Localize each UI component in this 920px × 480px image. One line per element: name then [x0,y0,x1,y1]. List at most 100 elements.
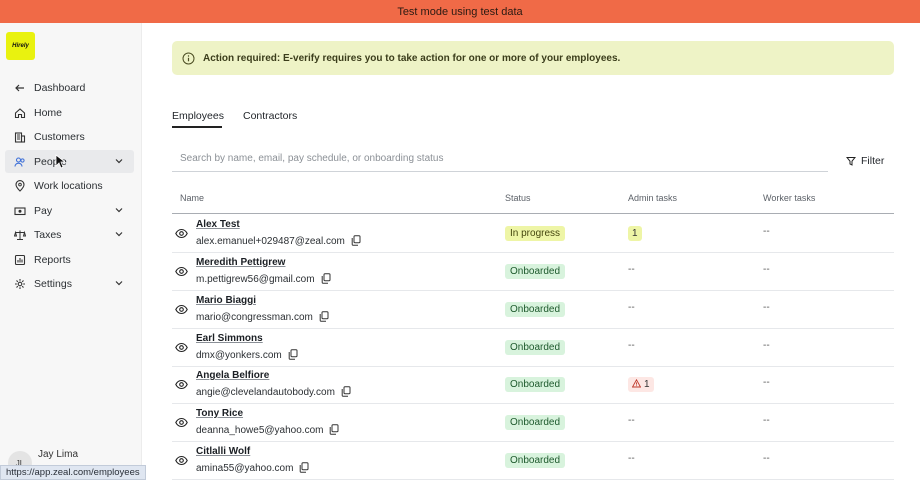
employee-email-text: alex.emanuel+029487@zeal.com [196,236,345,247]
table-row[interactable]: Angela Belfiore angie@clevelandautobody.c… [172,366,894,404]
copy-icon[interactable] [319,311,329,322]
employee-email: deanna_howe5@yahoo.com [196,424,339,436]
sidebar-item-dashboard[interactable]: Dashboard [5,76,134,99]
employee-email: alex.emanuel+029487@zeal.com [196,235,361,247]
active-tab-indicator [172,126,222,128]
eye-icon[interactable] [175,228,188,239]
table-row[interactable]: Citlalli Wolf amina55@yahoo.com Onboarded -… [172,442,894,480]
copy-icon[interactable] [351,235,361,246]
employee-name[interactable]: Mario Biaggi [196,295,256,306]
eye-icon[interactable] [175,417,188,428]
worker-tasks-value: -- [763,377,770,388]
copy-icon[interactable] [321,273,331,284]
eye-icon[interactable] [175,304,188,315]
chevron-down-icon[interactable] [114,229,124,239]
sidebar-item-work-locations[interactable]: Work locations [5,174,134,197]
admin-tasks-value: -- [628,415,635,426]
worker-tasks-value: -- [763,264,770,275]
status-badge: Onboarded [505,302,566,317]
column-header-name[interactable]: Name [180,193,204,203]
sidebar-item-label: Customers [34,130,85,143]
search-input[interactable]: Search by name, email, pay schedule, or … [172,146,828,172]
employee-name[interactable]: Citlalli Wolf [196,446,250,457]
admin-tasks-badge[interactable]: 1 [628,226,642,241]
status-badge: Onboarded [505,377,566,392]
chevron-down-icon[interactable] [114,156,124,166]
employee-name[interactable]: Tony Rice [196,408,243,419]
table-row[interactable]: Meredith Pettigrew m.pettigrew56@gmail.co… [172,253,894,291]
copy-icon[interactable] [329,424,339,435]
column-header-admin-tasks[interactable]: Admin tasks [628,193,677,203]
home-icon [14,107,26,119]
sidebar-item-home[interactable]: Home [5,101,134,124]
employee-name[interactable]: Earl Simmons [196,333,263,344]
table-row[interactable]: Tony Rice deanna_howe5@yahoo.com Onboarded… [172,404,894,442]
user-name: Jay Lima [38,449,79,460]
eye-icon[interactable] [175,342,188,353]
worker-tasks-value: -- [763,302,770,313]
sidebar-item-label: Home [34,106,63,119]
report-icon [14,254,26,266]
status-badge: Onboarded [505,415,566,430]
tab-employees[interactable]: Employees [172,110,224,122]
worker-tasks-value: -- [763,226,770,237]
sidebar-item-settings[interactable]: Settings [5,272,134,295]
table-row[interactable]: Mario Biaggi mario@congressman.com Onboard… [172,291,894,329]
employee-name[interactable]: Alex Test [196,219,240,230]
map-pin-icon [14,179,26,192]
tab-contractors[interactable]: Contractors [243,110,297,122]
info-icon [182,52,195,65]
test-mode-banner-text: Test mode using test data [397,5,523,18]
sidebar-item-customers[interactable]: Customers [5,125,134,148]
table-row[interactable]: Earl Simmons dmx@yonkers.com Onboarded -- -- [172,329,894,367]
gear-icon [14,278,26,290]
table-row[interactable]: Alex Test alex.emanuel+029487@zeal.com In … [172,215,894,253]
filter-button[interactable]: Filter [846,155,884,167]
sidebar: Hirely Dashboard Home Customers People W… [0,23,142,480]
eye-icon[interactable] [175,379,188,390]
sidebar-item-label: Reports [34,253,71,266]
chevron-down-icon[interactable] [114,205,124,215]
employee-email: mario@congressman.com [196,311,329,323]
admin-tasks-count: 1 [632,228,638,239]
employee-name[interactable]: Meredith Pettigrew [196,257,285,268]
employee-email: dmx@yonkers.com [196,349,298,361]
status-badge: Onboarded [505,453,566,468]
sidebar-item-taxes[interactable]: Taxes [5,223,134,246]
employee-email: amina55@yahoo.com [196,462,309,474]
filter-label: Filter [861,155,885,167]
admin-tasks-badge[interactable]: 1 [628,377,654,392]
employee-email-text: mario@congressman.com [196,312,313,323]
admin-tasks-count: 1 [644,379,650,390]
copy-icon[interactable] [299,462,309,473]
employee-email-text: angie@clevelandautobody.com [196,387,335,398]
table-header-divider [172,213,894,214]
admin-tasks-value: -- [628,340,635,351]
worker-tasks-value: -- [763,340,770,351]
employee-name[interactable]: Angela Belfiore [196,370,269,381]
sidebar-item-people[interactable]: People [5,150,134,173]
employee-email-text: m.pettigrew56@gmail.com [196,274,315,285]
eye-icon[interactable] [175,455,188,466]
sidebar-item-label: Dashboard [34,81,86,94]
employee-email-text: deanna_howe5@yahoo.com [196,425,324,436]
admin-tasks-value: -- [628,302,635,313]
copy-icon[interactable] [288,349,298,360]
copy-icon[interactable] [341,386,351,397]
money-icon [14,205,26,217]
sidebar-item-pay[interactable]: Pay [5,199,134,222]
column-header-status[interactable]: Status [505,193,531,203]
status-badge: Onboarded [505,264,566,279]
status-badge: In progress [505,226,566,241]
warning-icon [631,378,642,391]
people-icon [14,156,26,168]
chevron-down-icon[interactable] [114,278,124,288]
worker-tasks-value: -- [763,453,770,464]
sidebar-item-label: Settings [34,277,72,290]
employee-email: m.pettigrew56@gmail.com [196,273,331,285]
admin-tasks-value: -- [628,453,635,464]
column-header-worker-tasks[interactable]: Worker tasks [763,193,815,203]
sidebar-item-reports[interactable]: Reports [5,248,134,271]
eye-icon[interactable] [175,266,188,277]
app-logo[interactable]: Hirely [6,32,35,60]
